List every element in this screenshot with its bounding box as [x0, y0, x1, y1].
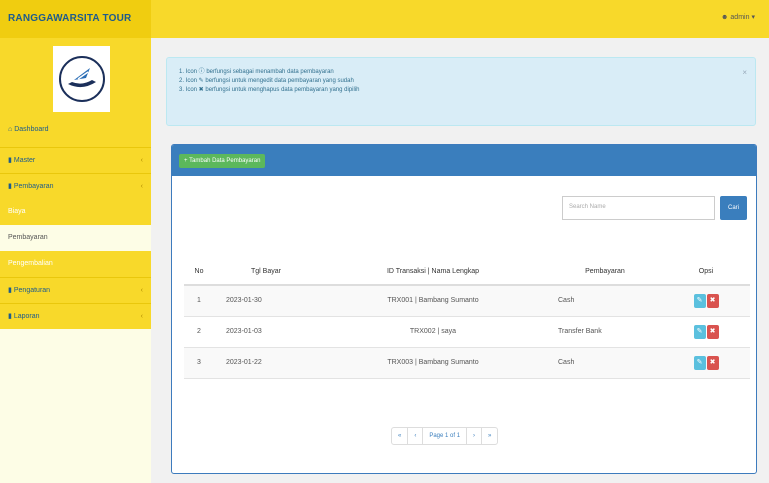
- first-page-button[interactable]: «: [392, 428, 407, 444]
- delete-icon[interactable]: ✖: [706, 324, 719, 339]
- page-indicator: Page 1 of 1: [422, 428, 466, 444]
- cell-options: ✎ ✖: [662, 315, 750, 347]
- table-header-row: No Tgl Bayar ID Transaksi | Nama Lengkap…: [184, 258, 750, 286]
- sidebar-item-pengaturan[interactable]: ▮ Pengaturan ‹: [0, 277, 151, 303]
- cell-no: 3: [184, 346, 214, 379]
- cell-no: 2: [184, 315, 214, 347]
- cell-payment: Transfer Bank: [548, 315, 662, 347]
- table-row: 2 2023-01-03 TRX002 | saya Transfer Bank…: [184, 315, 750, 347]
- chevron-left-icon: ‹: [140, 313, 143, 320]
- delete-icon[interactable]: ✖: [706, 293, 719, 308]
- user-menu-label: admin: [730, 13, 750, 21]
- sidebar-item-laporan[interactable]: ▮ Laporan ‹: [0, 303, 151, 329]
- sidebar-item-master[interactable]: ▮ Master ‹: [0, 147, 151, 173]
- payment-panel: + Tambah Data Pembayaran Search Name Car…: [171, 144, 757, 474]
- edit-icon[interactable]: ✎: [693, 355, 706, 370]
- top-navbar: RANGGAWARSITA TOUR ☻ admin ▾: [0, 0, 769, 38]
- column-header: Tgl Bayar: [214, 258, 318, 286]
- cell-transaction: TRX002 | saya: [318, 315, 548, 347]
- edit-icon[interactable]: ✎: [693, 324, 706, 339]
- prev-page-button[interactable]: ‹: [407, 428, 422, 444]
- search-input[interactable]: Search Name: [562, 196, 715, 220]
- sidebar-item-label: Pembayaran: [13, 183, 54, 190]
- cell-transaction: TRX003 | Bambang Sumanto: [318, 346, 548, 379]
- sidebar-item-pembayaran[interactable]: ▮ Pembayaran ‹: [0, 173, 151, 199]
- brand-title[interactable]: RANGGAWARSITA TOUR: [0, 0, 151, 38]
- alert-line: 2. Icon ✎ berfungsi untuk mengedit data …: [179, 78, 354, 84]
- sidebar-item-label: Pengaturan: [13, 287, 51, 294]
- sidebar: ⌂ Dashboard ▮ Master ‹ ▮ Pembayaran ‹ Biaya…: [0, 38, 151, 483]
- sidebar-item-label: Laporan: [13, 313, 40, 320]
- chevron-left-icon: ‹: [140, 287, 143, 294]
- sidebar-item-dashboard[interactable]: ⌂ Dashboard: [0, 121, 151, 147]
- panel-header: + Tambah Data Pembayaran: [172, 145, 756, 176]
- logo-emblem: [58, 56, 105, 102]
- logo-area: [0, 38, 151, 121]
- sidebar-item-label: Master: [13, 157, 36, 164]
- column-header: Pembayaran: [548, 258, 662, 286]
- payment-table: No Tgl Bayar ID Transaksi | Nama Lengkap…: [184, 258, 750, 379]
- sidebar-subitem-pembayaran[interactable]: Pembayaran: [0, 225, 151, 251]
- caret-down-icon: ▾: [751, 14, 755, 21]
- file-icon: ▮: [8, 157, 12, 164]
- file-icon: ▮: [8, 183, 12, 190]
- person-icon: ☻: [721, 13, 729, 21]
- column-header: No: [184, 258, 214, 286]
- logo-boat-icon: [67, 68, 96, 88]
- info-alert: 1. Icon ⓘ berfungsi sebagai menambah dat…: [166, 57, 756, 126]
- sidebar-subitem-biaya[interactable]: Biaya: [0, 199, 151, 225]
- logo: [53, 46, 110, 112]
- table-row: 1 2023-01-30 TRX001 | Bambang Sumanto Ca…: [184, 284, 750, 316]
- search-button[interactable]: Cari: [720, 196, 747, 220]
- file-icon: ▮: [8, 287, 12, 294]
- add-payment-button[interactable]: + Tambah Data Pembayaran: [179, 154, 266, 168]
- cell-payment: Cash: [548, 346, 662, 379]
- cell-date: 2023-01-22: [214, 346, 318, 379]
- delete-icon[interactable]: ✖: [706, 355, 719, 370]
- last-page-button[interactable]: »: [481, 428, 497, 444]
- sidebar-subitem-pengembalian[interactable]: Pengembalian: [0, 251, 151, 277]
- alert-line: 3. Icon ✖ berfungsi untuk menghapus data…: [179, 87, 360, 93]
- cell-no: 1: [184, 284, 214, 316]
- pagination: « ‹ Page 1 of 1 › »: [391, 427, 499, 445]
- close-icon[interactable]: ×: [742, 68, 747, 77]
- sidebar-item-label: Dashboard: [14, 126, 49, 133]
- column-header: Opsi: [662, 258, 750, 286]
- file-icon: ▮: [8, 313, 12, 320]
- chevron-left-icon: ‹: [140, 183, 143, 190]
- cell-payment: Cash: [548, 284, 662, 316]
- chevron-left-icon: ‹: [140, 157, 143, 164]
- table-row: 3 2023-01-22 TRX003 | Bambang Sumanto Ca…: [184, 346, 750, 379]
- cell-date: 2023-01-03: [214, 315, 318, 347]
- cell-options: ✎ ✖: [662, 284, 750, 316]
- cell-options: ✎ ✖: [662, 346, 750, 379]
- cell-date: 2023-01-30: [214, 284, 318, 316]
- alert-line: 1. Icon ⓘ berfungsi sebagai menambah dat…: [179, 69, 334, 75]
- column-header: ID Transaksi | Nama Lengkap: [318, 258, 548, 286]
- home-icon: ⌂: [8, 126, 13, 133]
- user-menu[interactable]: ☻ admin ▾: [721, 13, 755, 22]
- edit-icon[interactable]: ✎: [693, 293, 706, 308]
- cell-transaction: TRX001 | Bambang Sumanto: [318, 284, 548, 316]
- next-page-button[interactable]: ›: [466, 428, 481, 444]
